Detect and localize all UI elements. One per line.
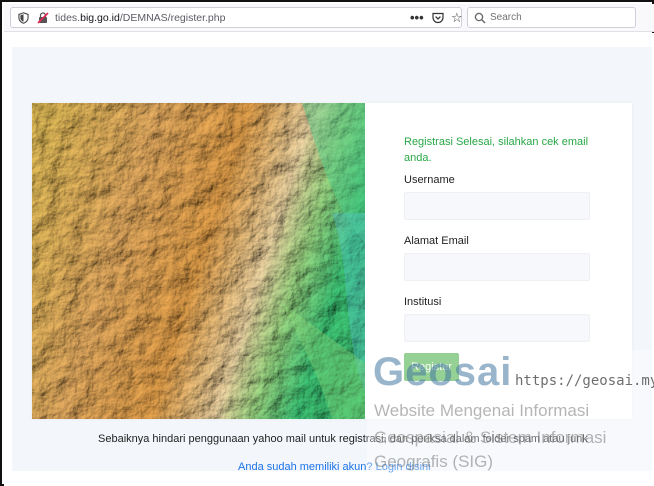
search-placeholder: Search — [490, 12, 522, 23]
watermark-line-3: Geografis (SIG) — [374, 452, 494, 471]
address-bar[interactable]: tides.big.go.id/DEMNAS/register.php ••• … — [10, 7, 463, 28]
insecure-lock-icon[interactable] — [37, 12, 49, 24]
page-actions-more-icon[interactable]: ••• — [410, 10, 424, 25]
search-icon — [474, 12, 486, 24]
pocket-icon[interactable] — [432, 12, 444, 24]
institution-input[interactable] — [404, 314, 590, 342]
browser-toolbar: tides.big.go.id/DEMNAS/register.php ••• … — [4, 4, 654, 32]
watermark-line-1: Website Mengenai Informasi — [374, 401, 590, 420]
email-input[interactable] — [404, 253, 590, 281]
username-label: Username — [404, 174, 455, 186]
watermark-url: https://geosai.my.id — [515, 373, 654, 389]
search-bar[interactable]: Search — [467, 7, 636, 28]
username-input[interactable] — [404, 192, 590, 220]
login-question: Anda sudah memiliki akun? — [238, 461, 376, 473]
watermark-title: Geosai — [373, 350, 513, 394]
success-message: Registrasi Selesai, silahkan cek email a… — [404, 136, 589, 164]
url-text[interactable]: tides.big.go.id/DEMNAS/register.php — [55, 12, 225, 24]
watermark-line-2: Geospasial & Sistem Informasi — [374, 428, 607, 447]
bookmark-star-icon[interactable]: ☆ — [451, 10, 463, 26]
shield-icon[interactable] — [18, 12, 29, 24]
terrain-map-image — [32, 103, 365, 419]
institution-label: Institusi — [404, 296, 442, 308]
email-label: Alamat Email — [404, 235, 469, 247]
